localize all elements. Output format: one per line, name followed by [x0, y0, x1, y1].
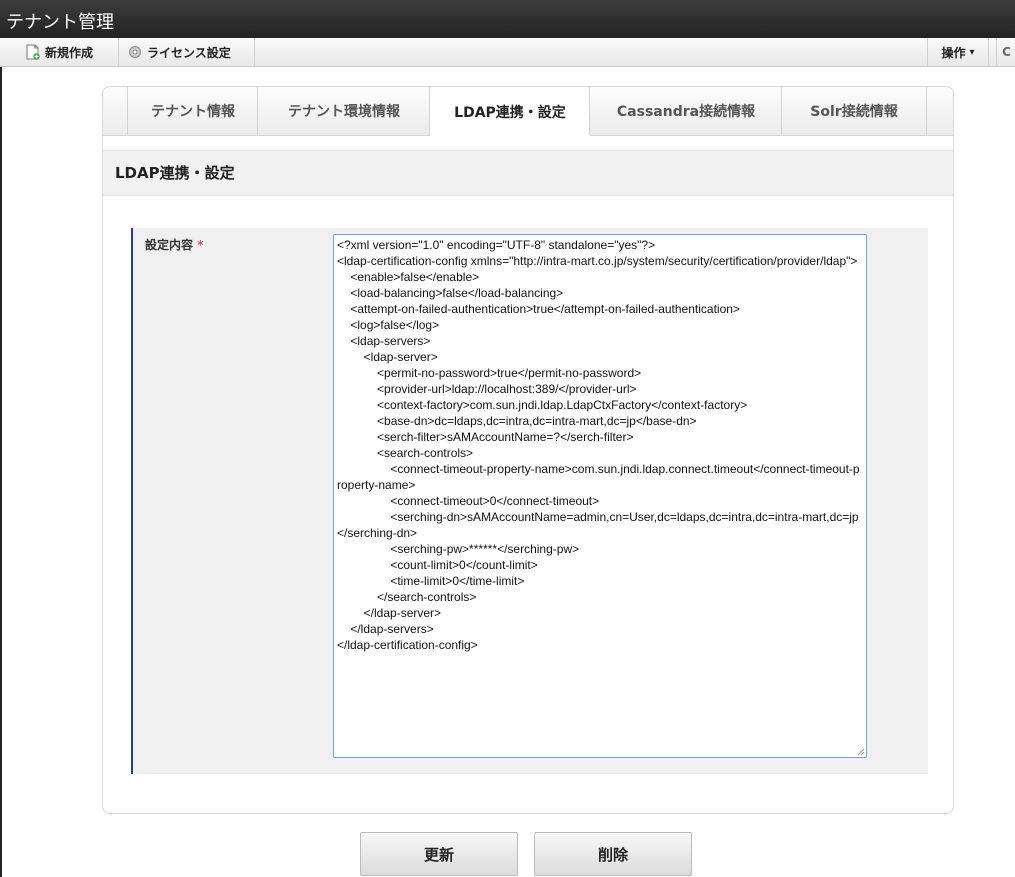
new-document-icon [26, 44, 40, 60]
settings-field-row: 設定内容 * <?xml version="1.0" encoding="UTF… [131, 228, 928, 774]
refresh-button[interactable]: C [996, 38, 1015, 66]
delete-button[interactable]: 削除 [534, 832, 692, 876]
delete-button-label: 削除 [597, 845, 628, 864]
settings-content-textarea[interactable]: <?xml version="1.0" encoding="UTF-8" sta… [333, 234, 867, 758]
gear-icon [128, 45, 142, 59]
field-accent-bar [131, 228, 133, 774]
field-label-text: 設定内容 [145, 238, 194, 252]
tab-cassandra-connection[interactable]: Cassandra接続情報 [589, 87, 782, 135]
toolbar: 新規作成 ライセンス設定 操作 ▾ C [0, 38, 1015, 67]
required-mark: * [197, 238, 204, 252]
tab-tenant-environment[interactable]: テナント環境情報 [257, 87, 430, 135]
tab-label: テナント環境情報 [288, 104, 400, 120]
tenant-detail-panel: テナント情報 テナント環境情報 LDAP連携・設定 Cassandra接続情報 … [102, 86, 954, 814]
tab-label: テナント情報 [151, 104, 235, 120]
tab-solr-connection[interactable]: Solr接続情報 [781, 87, 927, 135]
tab-bar: テナント情報 テナント環境情報 LDAP連携・設定 Cassandra接続情報 … [103, 87, 953, 136]
tab-label: Cassandra接続情報 [616, 104, 756, 120]
license-settings-label: ライセンス設定 [147, 45, 231, 60]
new-button-label: 新規作成 [45, 45, 94, 60]
tab-ldap-settings[interactable]: LDAP連携・設定 [429, 87, 590, 136]
operations-dropdown-button[interactable]: 操作 ▾ [927, 38, 989, 66]
settings-content-label: 設定内容 * [145, 236, 203, 253]
title-bar: テナント管理 [0, 0, 1015, 38]
update-button[interactable]: 更新 [360, 832, 518, 876]
section-header: LDAP連携・設定 [103, 150, 953, 196]
window-left-border [0, 38, 2, 877]
tab-label: LDAP連携・設定 [454, 104, 566, 121]
section-title: LDAP連携・設定 [115, 164, 235, 182]
settings-content-text: <?xml version="1.0" encoding="UTF-8" sta… [337, 238, 860, 652]
refresh-icon: C [1002, 45, 1011, 59]
update-button-label: 更新 [423, 845, 454, 864]
chevron-down-icon: ▾ [969, 46, 975, 58]
new-button[interactable]: 新規作成 [26, 38, 119, 66]
operations-label: 操作 [941, 45, 966, 60]
tab-label: Solr接続情報 [810, 104, 898, 120]
tab-tenant-info[interactable]: テナント情報 [127, 87, 258, 135]
resize-handle-icon[interactable] [855, 746, 865, 756]
license-settings-button[interactable]: ライセンス設定 [128, 38, 255, 66]
page-title: テナント管理 [6, 12, 114, 33]
